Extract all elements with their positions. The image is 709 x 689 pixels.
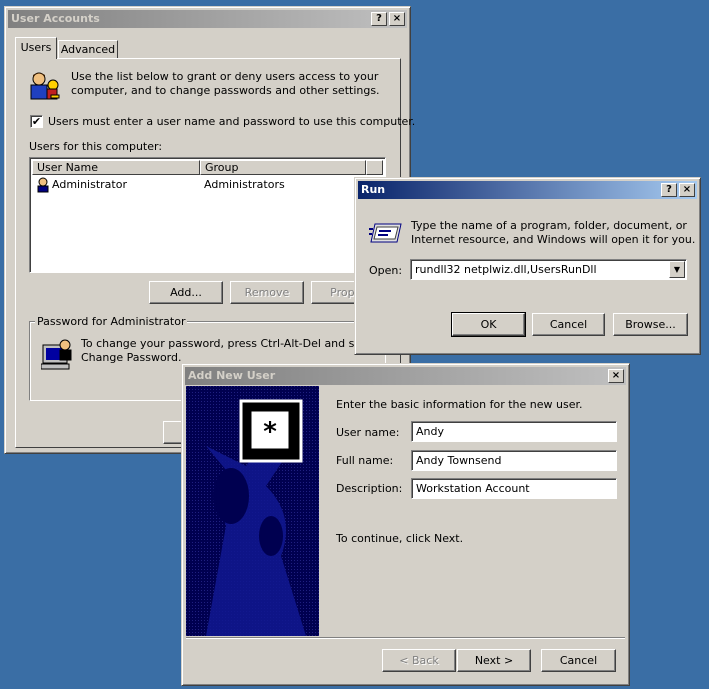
- next-button[interactable]: Next >: [457, 649, 531, 672]
- run-desc-line1: Type the name of a program, folder, docu…: [411, 219, 687, 232]
- open-input-value: rundll32 netplwiz.dll,UsersRunDll: [415, 263, 597, 276]
- back-button[interactable]: < Back: [382, 649, 456, 672]
- row-group: Administrators: [204, 178, 285, 191]
- open-combobox[interactable]: rundll32 netplwiz.dll,UsersRunDll ▼: [410, 259, 687, 280]
- fullname-value: Andy Townsend: [416, 454, 502, 467]
- run-ok-button[interactable]: OK: [451, 312, 526, 337]
- column-header-extra: [366, 160, 383, 175]
- add-user-close-label: ×: [611, 370, 621, 381]
- run-close-button[interactable]: ×: [679, 183, 695, 197]
- tab-advanced[interactable]: Advanced: [58, 40, 118, 58]
- open-dropdown-button[interactable]: ▼: [669, 261, 685, 278]
- fullname-label: Full name:: [336, 454, 394, 467]
- run-cancel-label: Cancel: [549, 318, 588, 331]
- column-header-username[interactable]: User Name: [32, 160, 200, 175]
- run-close-label: ×: [682, 184, 692, 195]
- svg-text:*: *: [263, 417, 277, 447]
- users-listview[interactable]: User Name Group Administrator Administra…: [29, 157, 386, 273]
- add-user-cancel-button[interactable]: Cancel: [541, 649, 616, 672]
- description-field[interactable]: Workstation Account: [411, 478, 617, 499]
- open-label: Open:: [369, 264, 403, 277]
- add-user-intro: Enter the basic information for the new …: [336, 398, 583, 411]
- user-icon: [37, 177, 49, 193]
- wizard-separator: [186, 637, 625, 639]
- password-line1: To change your password, press Ctrl-Alt-…: [81, 337, 382, 350]
- row-username: Administrator: [52, 178, 127, 191]
- help-button[interactable]: ?: [371, 12, 387, 26]
- run-ok-label: OK: [480, 318, 497, 331]
- run-icon: [369, 223, 402, 243]
- table-row[interactable]: Administrator Administrators: [32, 177, 372, 193]
- add-button-label: Add...: [170, 286, 202, 299]
- run-browse-button[interactable]: Browse...: [613, 313, 688, 336]
- password-line2: Change Password.: [81, 351, 182, 364]
- chevron-down-icon: ▼: [673, 265, 681, 274]
- column-group-label: Group: [205, 161, 239, 174]
- run-desc-line2: Internet resource, and Windows will open…: [411, 233, 696, 246]
- description-label: Description:: [336, 482, 403, 495]
- run-help-button[interactable]: ?: [661, 183, 677, 197]
- wizard-banner-image: *: [186, 386, 319, 636]
- next-label: Next >: [474, 654, 514, 667]
- run-browse-label: Browse...: [625, 318, 676, 331]
- run-cancel-button[interactable]: Cancel: [532, 313, 605, 336]
- run-help-label: ?: [666, 184, 672, 195]
- intro-line2: computer, and to change passwords and ot…: [71, 84, 380, 97]
- tab-users[interactable]: Users: [15, 37, 57, 59]
- add-user-cancel-label: Cancel: [559, 654, 598, 667]
- add-user-close-button[interactable]: ×: [608, 369, 624, 383]
- tab-users-label: Users: [20, 41, 52, 54]
- username-field[interactable]: Andy: [411, 421, 617, 442]
- run-title: Run: [361, 183, 386, 196]
- column-header-group[interactable]: Group: [200, 160, 366, 175]
- user-accounts-title: User Accounts: [11, 12, 100, 25]
- remove-button[interactable]: Remove: [230, 281, 304, 304]
- add-user-title: Add New User: [188, 369, 276, 382]
- fullname-field[interactable]: Andy Townsend: [411, 450, 617, 471]
- add-button[interactable]: Add...: [149, 281, 223, 304]
- intro-line1: Use the list below to grant or deny user…: [71, 70, 379, 83]
- run-window: Run ? × Type the name of a program, fold…: [354, 177, 701, 355]
- username-label: User name:: [336, 426, 400, 439]
- require-password-label: Users must enter a user name and passwor…: [48, 115, 416, 128]
- tab-advanced-label: Advanced: [60, 43, 116, 56]
- add-user-titlebar[interactable]: Add New User ×: [185, 367, 626, 385]
- users-icon: [30, 72, 60, 100]
- run-titlebar[interactable]: Run ? ×: [358, 181, 697, 199]
- require-password-checkbox[interactable]: ✔: [30, 115, 43, 128]
- description-value: Workstation Account: [416, 482, 530, 495]
- add-user-window: Add New User × * Enter the basic informa…: [181, 363, 630, 686]
- password-group-label: Password for Administrator: [35, 315, 188, 328]
- continue-text: To continue, click Next.: [336, 532, 464, 545]
- close-button[interactable]: ×: [389, 12, 405, 26]
- column-username-label: User Name: [37, 161, 99, 174]
- back-label: < Back: [399, 654, 439, 667]
- computer-user-icon: [41, 339, 72, 370]
- users-list-label: Users for this computer:: [29, 140, 163, 153]
- username-value: Andy: [416, 425, 444, 438]
- user-accounts-titlebar[interactable]: User Accounts ? ×: [8, 10, 407, 28]
- remove-button-label: Remove: [244, 286, 290, 299]
